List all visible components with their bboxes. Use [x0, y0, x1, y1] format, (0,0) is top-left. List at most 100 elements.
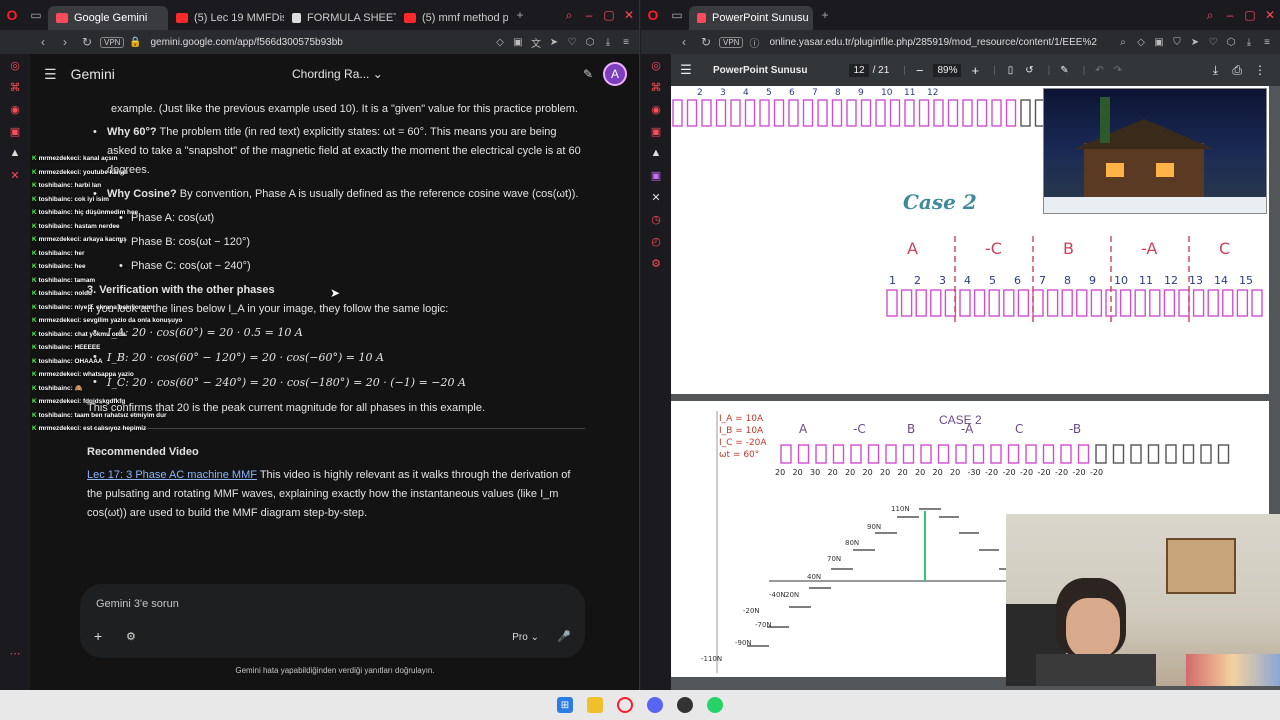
sidebar-gx-icon[interactable]: ◎ [0, 54, 30, 76]
file-explorer-icon[interactable] [587, 697, 603, 713]
download-icon[interactable]: ⤓ [601, 37, 615, 48]
opera-logo-icon[interactable]: O [0, 0, 24, 30]
whatsapp-icon[interactable] [707, 697, 723, 713]
zoom-level[interactable]: 89% [933, 63, 962, 77]
rotate-icon[interactable]: ↺ [1025, 65, 1033, 76]
tab-powerpoint[interactable]: PowerPoint Sunusu [689, 6, 813, 30]
page-number-input[interactable]: 12 [849, 63, 869, 77]
sidebar-messenger-icon[interactable]: ◉ [641, 98, 671, 120]
print-icon[interactable]: ⎙ [1232, 63, 1242, 78]
sidebar-twitch-icon[interactable]: ▣ [0, 120, 30, 142]
more-options-icon[interactable]: ⋮ [1254, 63, 1266, 77]
hamburger-menu-icon[interactable]: ☰ [671, 62, 701, 78]
chat-badge-icon: K [32, 303, 37, 311]
sidebar-clock-icon[interactable]: ◴ [641, 230, 671, 252]
zoom-in-icon[interactable]: + [971, 63, 979, 78]
send-icon[interactable]: ➤ [1188, 37, 1202, 48]
add-icon[interactable]: + [94, 628, 102, 644]
sidebar-twitch-icon[interactable]: ▣ [641, 164, 671, 186]
pdf-viewer[interactable]: 2 3 4 5 6 7 8 9 10 11 12 1 2 3 4 5 6 7 8 9 10 11 12 13 14 15 A -C… [671, 86, 1280, 690]
sidebar-messenger-icon[interactable]: ◉ [0, 98, 30, 120]
reload-icon[interactable]: ↻ [697, 35, 715, 49]
heart-icon[interactable]: ♡ [565, 37, 579, 48]
bookmark-icon[interactable]: ◇ [493, 37, 507, 48]
sidebar-arrow-icon[interactable]: ▲ [0, 142, 30, 164]
sidebar-settings-icon[interactable]: ⚙ [641, 252, 671, 274]
redo-icon[interactable]: ↷ [1114, 65, 1122, 76]
maximize-icon[interactable]: ▢ [599, 0, 619, 30]
tab-formula-sheet[interactable]: FORMULA SHEET-VE [284, 6, 396, 30]
annotate-icon[interactable]: ✎ [1060, 65, 1068, 76]
hamburger-menu-icon[interactable]: ☰ [44, 66, 57, 83]
sidebar-twitter-icon[interactable]: ✕ [641, 186, 671, 208]
mic-icon[interactable]: 🎤 [557, 630, 571, 643]
slot-mark [915, 289, 927, 317]
windows-start-icon[interactable]: ⊞ [557, 697, 573, 713]
tab-lec19[interactable]: (5) Lec 19 MMFDistrib [168, 6, 284, 30]
maximize-icon[interactable]: ▢ [1240, 0, 1260, 30]
send-icon[interactable]: ➤ [547, 37, 561, 48]
url-field[interactable]: online.yasar.edu.tr/pluginfile.php/28591… [769, 37, 1112, 48]
mouse-cursor-icon: ➤ [330, 286, 341, 300]
extensions-icon[interactable]: ⬡ [1224, 37, 1238, 48]
reload-icon[interactable]: ↻ [78, 35, 96, 49]
chat-message: Kmrmezdekeci: fdgjdskgdfkfg [32, 395, 162, 409]
back-icon[interactable]: ‹ [34, 35, 52, 49]
tab-manager-icon[interactable]: ▭ [665, 0, 689, 30]
shirt-shape [1036, 654, 1156, 686]
bookmark-icon[interactable]: ◇ [1134, 37, 1148, 48]
obs-icon[interactable] [677, 697, 693, 713]
menu-icon[interactable]: ≡ [1260, 37, 1274, 48]
shield-icon[interactable]: ⛉ [1170, 37, 1184, 48]
sidebar-arrow-icon[interactable]: ▲ [641, 142, 671, 164]
sidebar-more-icon[interactable]: ⋯ [0, 642, 30, 664]
heart-icon[interactable]: ♡ [1206, 37, 1220, 48]
back-icon[interactable]: ‹ [675, 35, 693, 49]
fit-page-icon[interactable]: ▯ [1008, 65, 1014, 76]
menu-icon[interactable]: ≡ [619, 37, 633, 48]
download-pdf-icon[interactable]: ⤓ [1213, 63, 1218, 78]
vpn-badge[interactable]: VPN [719, 36, 744, 48]
chat-text: mrmezdekeci: est calısıyoz hepimiz [38, 425, 147, 432]
forward-icon[interactable]: › [56, 35, 74, 49]
close-icon[interactable]: ✕ [1260, 0, 1280, 30]
prompt-input[interactable]: Gemini 3'e sorun [96, 598, 179, 610]
close-icon[interactable]: ✕ [619, 0, 639, 30]
sidebar-gaming-icon[interactable]: ⌘ [0, 76, 30, 98]
search-icon[interactable]: ⌕ [1200, 0, 1220, 30]
sidebar-gaming-icon[interactable]: ⌘ [641, 76, 671, 98]
url-field[interactable]: gemini.google.com/app/f566d300575b93bb [150, 37, 489, 48]
tab-manager-icon[interactable]: ▭ [24, 0, 48, 30]
opera-gx-icon[interactable] [617, 697, 633, 713]
vpn-badge[interactable]: VPN [100, 36, 125, 48]
tab-mmf-method[interactable]: (5) mmf method phas [396, 6, 508, 30]
minimize-icon[interactable]: – [579, 0, 599, 30]
new-chat-icon[interactable]: ✎ [583, 67, 593, 81]
search-icon[interactable]: ⌕ [559, 0, 579, 30]
rec-video-link[interactable]: Lec 17: 3 Phase AC machine MMF [87, 469, 257, 481]
tab-google-gemini[interactable]: Google Gemini [48, 6, 168, 30]
zoom-icon[interactable]: ⌕ [1116, 37, 1130, 48]
sidebar-player-icon[interactable]: ▣ [641, 120, 671, 142]
prompt-input-box[interactable]: Gemini 3'e sorun + ⚙ Pro ⌄ 🎤 [80, 584, 585, 658]
avatar[interactable]: A [603, 62, 627, 86]
tools-icon[interactable]: ⚙ [126, 630, 136, 643]
opera-logo-icon[interactable]: O [641, 0, 665, 30]
undo-icon[interactable]: ↶ [1095, 65, 1103, 76]
minimize-icon[interactable]: – [1220, 0, 1240, 30]
zoom-out-icon[interactable]: − [916, 63, 924, 78]
chat-title-dropdown[interactable]: Chording Ra... ⌄ [292, 67, 383, 81]
sidebar-history-icon[interactable]: ◷ [641, 208, 671, 230]
mode-selector[interactable]: Pro ⌄ [512, 632, 539, 643]
chat-text: toshibainc: tamam [38, 276, 96, 284]
extensions-icon[interactable]: ⬡ [583, 37, 597, 48]
snapshot-icon[interactable]: ▣ [1152, 37, 1166, 48]
new-tab-icon[interactable]: + [813, 0, 837, 30]
download-icon[interactable]: ⤓ [1242, 37, 1256, 48]
translate-icon[interactable]: 文 [529, 35, 543, 50]
snapshot-icon[interactable]: ▣ [511, 37, 525, 48]
new-tab-icon[interactable]: + [508, 0, 532, 30]
sidebar-gx-icon[interactable]: ◎ [641, 54, 671, 76]
discord-icon[interactable] [647, 697, 663, 713]
sidebar-twitter-icon[interactable]: ✕ [0, 164, 30, 186]
